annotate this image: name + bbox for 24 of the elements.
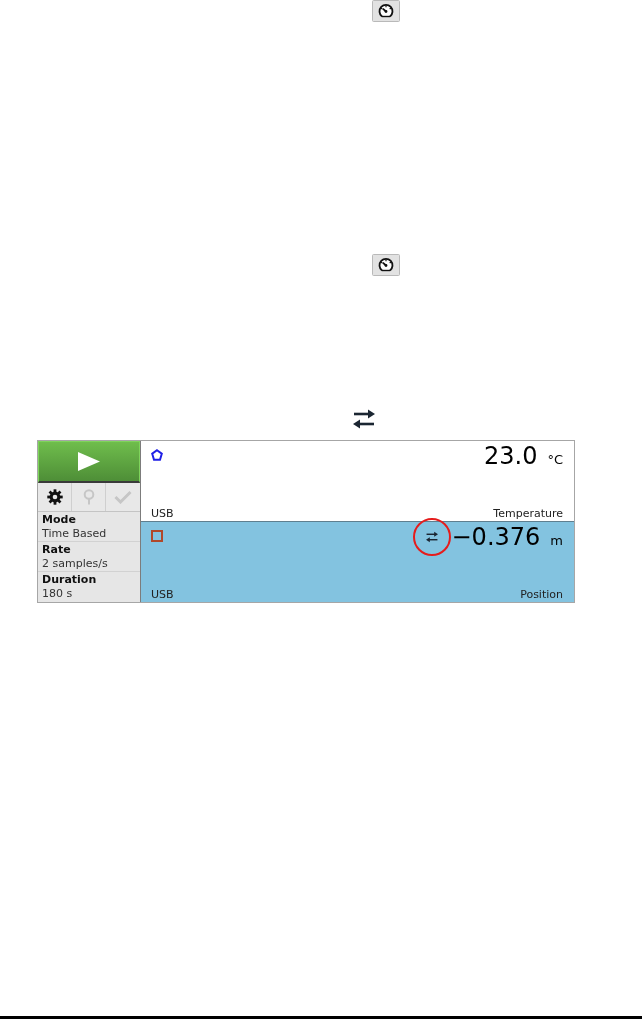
sensor-name: Position (520, 588, 563, 601)
setting-value: 2 samples/s (42, 557, 109, 571)
sensor-source: USB (151, 506, 174, 520)
meter-unit: °C (547, 452, 563, 467)
setting-label: Mode (42, 513, 77, 527)
swap-arrows-icon (352, 408, 376, 430)
meter-panel[interactable]: −0.376 m USB Position (141, 521, 574, 602)
meter-value: −0.376 (451, 521, 541, 552)
setting-value: 180 s (42, 587, 74, 601)
checkmark-icon (114, 490, 132, 504)
play-icon (77, 451, 101, 472)
setting-value: Time Based (42, 527, 108, 541)
settings-icon (46, 489, 63, 505)
sensor-name: Temperature (493, 506, 563, 520)
swap-arrows-icon[interactable] (424, 530, 439, 543)
gauge-icon (372, 0, 400, 22)
pin-icon (81, 489, 96, 505)
play-button[interactable] (38, 441, 140, 483)
gauge-icon (372, 254, 400, 276)
sensor-source: USB (151, 588, 174, 601)
setting-label: Rate (42, 543, 72, 557)
meter-unit: m (550, 532, 563, 548)
meter-value: 23.0 (484, 441, 538, 471)
setting-label: Duration (42, 573, 98, 587)
